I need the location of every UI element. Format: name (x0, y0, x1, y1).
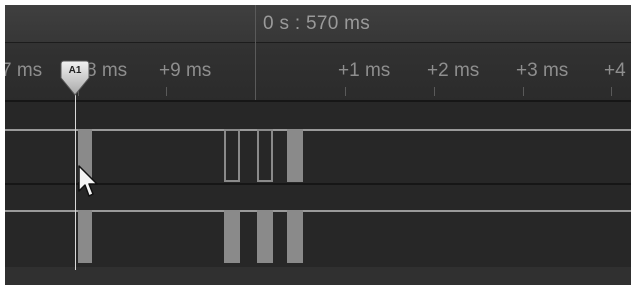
tick-label: +9 ms (159, 60, 212, 81)
time-origin-line (255, 5, 256, 100)
timing-marker-line[interactable] (75, 85, 76, 270)
time-ruler[interactable]: 7 ms 8 ms +9 ms +1 ms +2 ms +3 ms +4 (5, 42, 631, 101)
time-position-label: 0 s : 570 ms (263, 13, 371, 34)
tick-label: 8 ms (86, 60, 128, 81)
signal-pulse (287, 129, 303, 182)
signal-pulse (287, 210, 303, 263)
tick-label: +2 ms (427, 60, 480, 81)
tick-mark (166, 87, 167, 96)
logic-analyzer-timeline: 0 s : 570 ms 7 ms 8 ms +9 ms +1 ms +2 ms… (5, 5, 631, 285)
timing-marker-icon[interactable]: A1 (60, 60, 90, 96)
signal-baseline (5, 129, 631, 131)
tick-label: +4 (604, 60, 626, 81)
tick-mark (434, 87, 435, 96)
time-header: 0 s : 570 ms (5, 5, 631, 42)
tick-label: +3 ms (516, 60, 569, 81)
tick-mark (523, 87, 524, 96)
signal-pulse (224, 129, 240, 182)
tick-mark (345, 87, 346, 96)
tick-label: +1 ms (338, 60, 391, 81)
signal-pulse (257, 210, 273, 263)
signal-baseline (5, 210, 631, 212)
marker-label: A1 (68, 65, 82, 76)
signal-pulse (257, 129, 273, 182)
tick-label: 7 ms (5, 60, 43, 81)
tick-mark (611, 87, 612, 96)
mouse-pointer-icon (78, 165, 98, 197)
signal-pulse (224, 210, 240, 263)
timeline-bottom-strip (5, 267, 631, 285)
signal-pulse (78, 210, 92, 263)
